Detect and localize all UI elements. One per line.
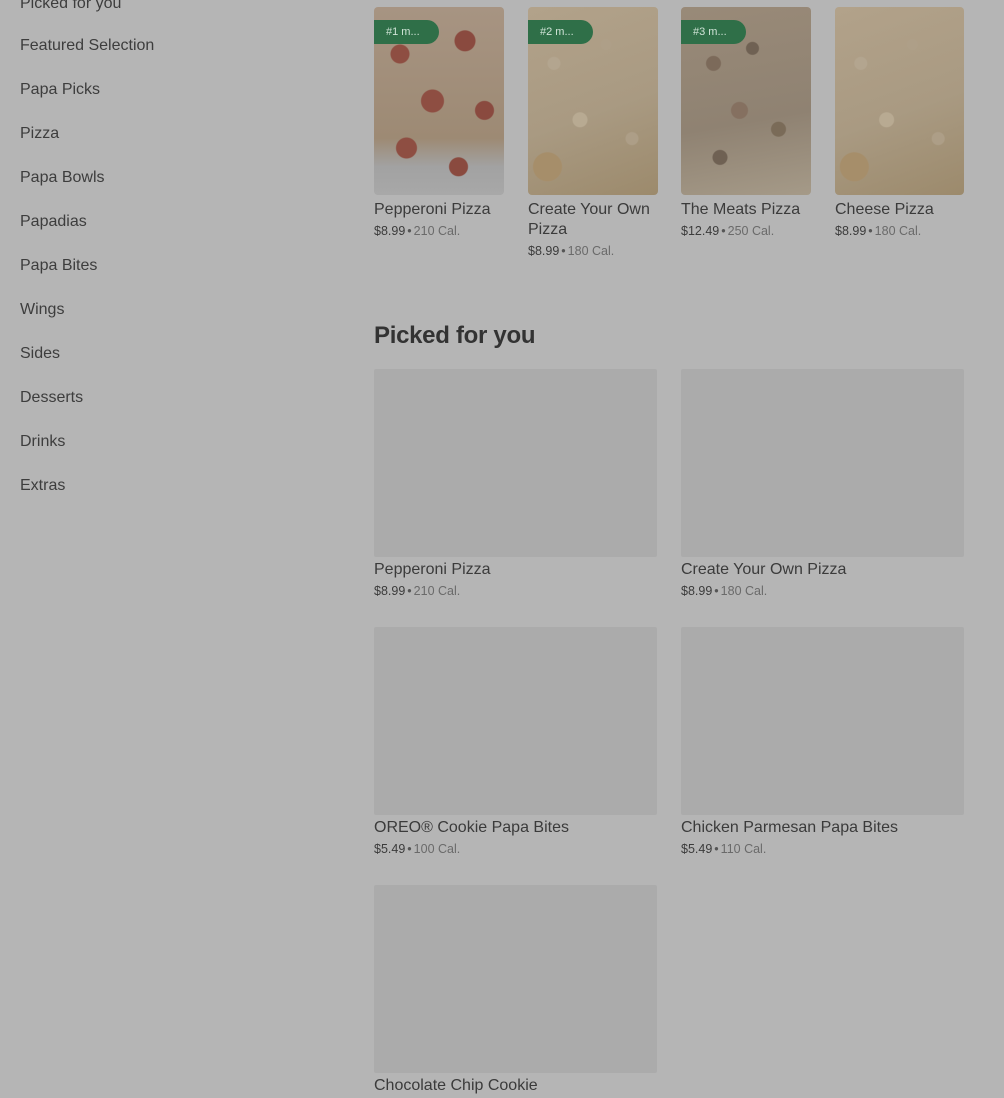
item-meta: $8.99 • 180 Cal. <box>528 243 658 259</box>
item-price: $8.99 <box>374 584 406 598</box>
section-title-picked-for-you: Picked for you <box>374 322 536 349</box>
item-image-placeholder <box>681 369 964 557</box>
menu-item-card[interactable]: OREO® Cookie Papa Bites $5.49 • 100 Cal. <box>374 627 657 857</box>
sidebar-item-desserts[interactable]: Desserts <box>20 388 83 408</box>
item-calories: 180 Cal. <box>567 244 615 258</box>
item-meta: $12.49 • 250 Cal. <box>681 223 811 239</box>
item-name: OREO® Cookie Papa Bites <box>374 819 569 836</box>
pizza-image: #1 m... <box>374 7 504 195</box>
item-name: Create Your Own Pizza <box>681 561 847 578</box>
pizza-image <box>835 7 964 195</box>
item-name: Pepperoni Pizza <box>374 201 491 218</box>
menu-item-card[interactable]: Chocolate Chip Cookie <box>374 885 657 1096</box>
featured-item-card[interactable]: #3 m... The Meats Pizza $12.49 • 250 Cal. <box>681 7 811 239</box>
sidebar-item-papa-picks[interactable]: Papa Picks <box>20 80 100 100</box>
item-price: $5.49 <box>681 842 713 856</box>
pizza-image: #2 m... <box>528 7 658 195</box>
item-image-placeholder <box>374 627 657 815</box>
item-name: Cheese Pizza <box>835 201 934 218</box>
sidebar-item-pizza[interactable]: Pizza <box>20 124 59 144</box>
item-meta: $8.99 • 180 Cal. <box>835 223 964 239</box>
separator-dot: • <box>721 224 726 238</box>
sidebar-item-picked-for-you[interactable]: Picked for you <box>20 0 121 14</box>
item-name: Pepperoni Pizza <box>374 561 491 578</box>
sidebar-item-extras[interactable]: Extras <box>20 476 65 496</box>
sidebar-item-sides[interactable]: Sides <box>20 344 60 364</box>
item-meta: $8.99 • 210 Cal. <box>374 223 504 239</box>
sidebar-item-papa-bowls[interactable]: Papa Bowls <box>20 168 105 188</box>
item-calories: 180 Cal. <box>874 224 922 238</box>
featured-item-card[interactable]: Cheese Pizza $8.99 • 180 Cal. <box>835 7 964 239</box>
item-price: $8.99 <box>681 584 713 598</box>
item-meta: $8.99 • 180 Cal. <box>681 583 964 599</box>
item-price: $8.99 <box>374 224 406 238</box>
item-name: Chicken Parmesan Papa Bites <box>681 819 898 836</box>
rank-badge: #3 m... <box>681 20 746 44</box>
item-calories: 100 Cal. <box>413 842 461 856</box>
separator-dot: • <box>714 584 719 598</box>
item-image-placeholder <box>374 885 657 1073</box>
item-price: $5.49 <box>374 842 406 856</box>
separator-dot: • <box>561 244 566 258</box>
item-image-placeholder <box>681 627 964 815</box>
item-calories: 210 Cal. <box>413 584 461 598</box>
item-price: $8.99 <box>835 224 867 238</box>
item-calories: 250 Cal. <box>727 224 775 238</box>
item-meta: $5.49 • 100 Cal. <box>374 841 657 857</box>
rank-badge: #1 m... <box>374 20 439 44</box>
sidebar-item-featured-selection[interactable]: Featured Selection <box>20 36 154 56</box>
menu-item-card[interactable]: Chicken Parmesan Papa Bites $5.49 • 110 Ca… <box>681 627 964 857</box>
item-meta: $8.99 • 210 Cal. <box>374 583 657 599</box>
sidebar-item-drinks[interactable]: Drinks <box>20 432 65 452</box>
menu-item-card[interactable]: Pepperoni Pizza $8.99 • 210 Cal. <box>374 369 657 599</box>
item-name: Create Your Own Pizza <box>528 201 650 238</box>
separator-dot: • <box>714 842 719 856</box>
sidebar-item-wings[interactable]: Wings <box>20 300 64 320</box>
sidebar-item-papadias[interactable]: Papadias <box>20 212 87 232</box>
item-name: Chocolate Chip Cookie <box>374 1077 538 1094</box>
pizza-image: #3 m... <box>681 7 811 195</box>
separator-dot: • <box>868 224 873 238</box>
item-calories: 110 Cal. <box>720 842 767 856</box>
item-price: $12.49 <box>681 224 720 238</box>
rank-badge: #2 m... <box>528 20 593 44</box>
item-calories: 180 Cal. <box>720 584 768 598</box>
item-name: The Meats Pizza <box>681 201 801 218</box>
featured-item-card[interactable]: #1 m... Pepperoni Pizza $8.99 • 210 Cal. <box>374 7 504 239</box>
item-meta: $5.49 • 110 Cal. <box>681 841 964 857</box>
sidebar-item-papa-bites[interactable]: Papa Bites <box>20 256 97 276</box>
menu-item-card[interactable]: Create Your Own Pizza $8.99 • 180 Cal. <box>681 369 964 599</box>
separator-dot: • <box>407 224 412 238</box>
item-price: $8.99 <box>528 244 560 258</box>
item-image-placeholder <box>374 369 657 557</box>
item-calories: 210 Cal. <box>413 224 461 238</box>
featured-item-card[interactable]: #2 m... Create Your Own Pizza $8.99 • 180 … <box>528 7 658 259</box>
separator-dot: • <box>407 584 412 598</box>
separator-dot: • <box>407 842 412 856</box>
